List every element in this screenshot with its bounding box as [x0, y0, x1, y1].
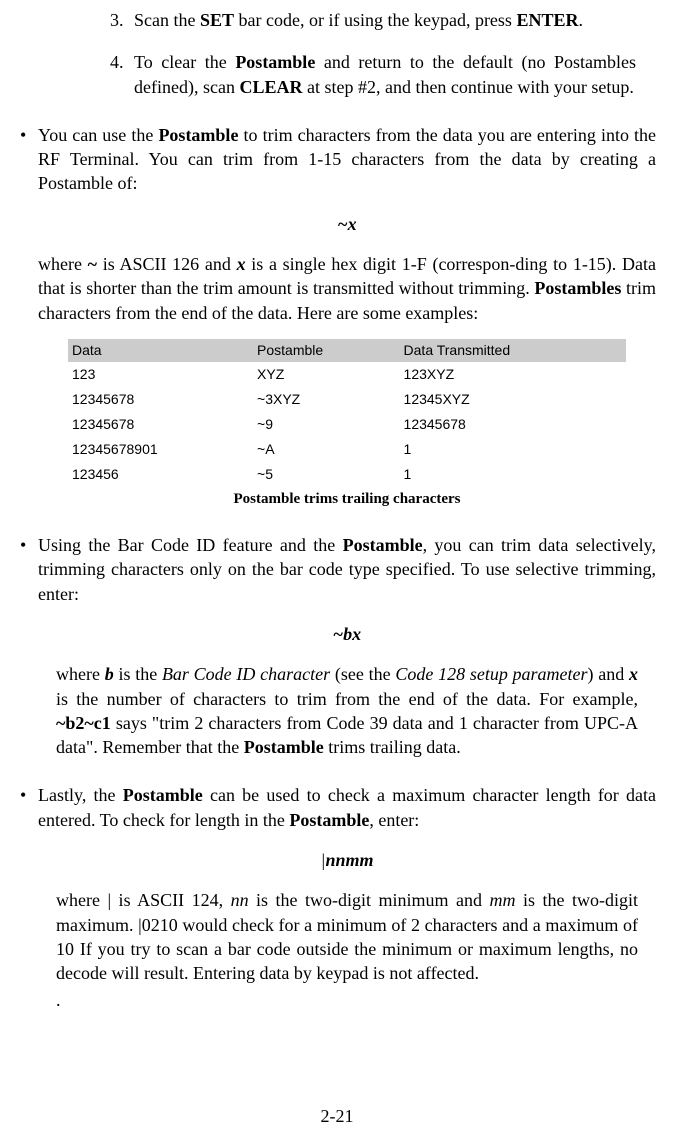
table-caption: Postamble trims trailing characters — [68, 489, 626, 509]
cell: 12345678 — [400, 412, 626, 437]
bold-italic: x — [629, 664, 638, 684]
cell: XYZ — [253, 362, 400, 387]
post-para: where b is the Bar Code ID character (se… — [56, 662, 638, 759]
text: , enter: — [369, 810, 419, 830]
text: is ASCII 126 and — [97, 254, 237, 274]
cell: 123XYZ — [400, 362, 626, 387]
text: Using the Bar Code ID feature and the — [38, 535, 343, 555]
table-row: 12345678 ~9 12345678 — [68, 412, 626, 437]
text: You can use the — [38, 125, 158, 145]
text: where | is ASCII 124, — [56, 890, 231, 910]
text: ) and — [588, 664, 629, 684]
bold: Postamble — [123, 785, 203, 805]
ordered-list: 3. Scan the SET bar code, or if using th… — [110, 8, 636, 99]
step-number: 3. — [110, 8, 134, 32]
trailing-dot: . — [56, 988, 656, 1012]
step-text: To clear the Postamble and return to the… — [134, 50, 636, 99]
table-row: 12345678 ~3XYZ 12345XYZ — [68, 387, 626, 412]
postamble-table: Data Postamble Data Transmitted 123 XYZ … — [68, 339, 626, 487]
page-number: 2-21 — [0, 1104, 674, 1128]
text: Scan the — [134, 10, 200, 30]
cell: 123 — [68, 362, 253, 387]
text: bar code, or if using the keypad, press — [234, 10, 516, 30]
text: at step #2, and then continue with your … — [302, 77, 633, 97]
table-wrap: Data Postamble Data Transmitted 123 XYZ … — [68, 339, 626, 509]
bold: Postambles — [534, 278, 621, 298]
bold: Postamble — [343, 535, 423, 555]
formula: ~bx — [38, 622, 656, 646]
table-row: 123 XYZ 123XYZ — [68, 362, 626, 387]
bullet-2: • Using the Bar Code ID feature and the … — [20, 533, 656, 759]
th-postamble: Postamble — [253, 339, 400, 362]
cell: 1 — [400, 462, 626, 487]
text: where — [56, 664, 105, 684]
post-para: where ~ is ASCII 126 and x is a single h… — [38, 252, 656, 325]
step-3: 3. Scan the SET bar code, or if using th… — [110, 8, 636, 32]
italic: nn — [231, 890, 249, 910]
text: is the two-digit minimum and — [249, 890, 490, 910]
cell: 12345678 — [68, 387, 253, 412]
cell: 12345XYZ — [400, 387, 626, 412]
lead-para: Lastly, the Postamble can be used to che… — [38, 783, 656, 832]
bold: CLEAR — [239, 77, 302, 97]
italic: Bar Code ID character — [162, 664, 330, 684]
bold: ~b2~c1 — [56, 713, 111, 733]
bold-italic: x — [237, 254, 246, 274]
cell: 12345678 — [68, 412, 253, 437]
lead-para: Using the Bar Code ID feature and the Po… — [38, 533, 656, 606]
text: is the number of characters to trim from… — [56, 689, 638, 709]
table-row: 12345678901 ~A 1 — [68, 437, 626, 462]
formula-text: nnmm — [325, 850, 373, 870]
text: (see the — [330, 664, 395, 684]
cell: 123456 — [68, 462, 253, 487]
text: is the — [114, 664, 162, 684]
step-4: 4. To clear the Postamble and return to … — [110, 50, 636, 99]
cell: 12345678901 — [68, 437, 253, 462]
bullet-icon: • — [20, 783, 38, 1011]
th-transmitted: Data Transmitted — [400, 339, 626, 362]
bullet-body: Lastly, the Postamble can be used to che… — [38, 783, 656, 1011]
step-number: 4. — [110, 50, 134, 99]
bold: SET — [200, 10, 234, 30]
bullet-3: • Lastly, the Postamble can be used to c… — [20, 783, 656, 1011]
bold: Postamble — [289, 810, 369, 830]
bullet-icon: • — [20, 533, 38, 759]
cell: ~5 — [253, 462, 400, 487]
step-text: Scan the SET bar code, or if using the k… — [134, 8, 636, 32]
table-header-row: Data Postamble Data Transmitted — [68, 339, 626, 362]
bullet-icon: • — [20, 123, 38, 509]
cell: ~9 — [253, 412, 400, 437]
bold: ~ — [88, 254, 97, 274]
bold: ENTER — [516, 10, 578, 30]
text: trims trailing data. — [324, 737, 461, 757]
cell: ~A — [253, 437, 400, 462]
text: where — [38, 254, 88, 274]
bullet-list: • You can use the Postamble to trim char… — [20, 123, 656, 1012]
bullet-body: You can use the Postamble to trim charac… — [38, 123, 656, 509]
bullet-1: • You can use the Postamble to trim char… — [20, 123, 656, 509]
bold: Postamble — [235, 52, 315, 72]
table-row: 123456 ~5 1 — [68, 462, 626, 487]
formula: ~x — [38, 212, 656, 236]
bold: Postamble — [158, 125, 238, 145]
lead-para: You can use the Postamble to trim charac… — [38, 123, 656, 196]
bold: Postamble — [244, 737, 324, 757]
formula: |nnmm — [38, 848, 656, 872]
italic: Code 128 setup parameter — [395, 664, 587, 684]
bullet-body: Using the Bar Code ID feature and the Po… — [38, 533, 656, 759]
cell: ~3XYZ — [253, 387, 400, 412]
th-data: Data — [68, 339, 253, 362]
text: . — [578, 10, 583, 30]
cell: 1 — [400, 437, 626, 462]
post-para: where | is ASCII 124, nn is the two-digi… — [56, 888, 638, 985]
italic: mm — [490, 890, 516, 910]
text: To clear the — [134, 52, 235, 72]
text: Lastly, the — [38, 785, 123, 805]
bold-italic: b — [105, 664, 114, 684]
